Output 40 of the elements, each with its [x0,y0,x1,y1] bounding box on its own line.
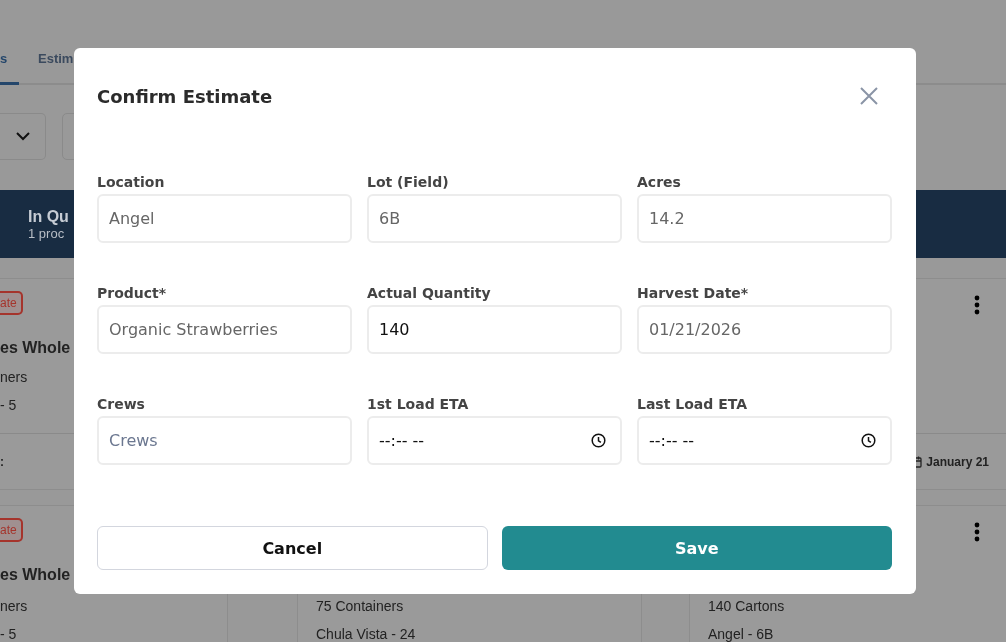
more-options-icon[interactable] [974,295,980,315]
field-label: Last Load ETA [637,396,748,412]
clock-icon[interactable] [861,433,876,448]
card-text: 75 Containers [316,598,404,614]
field-label: Harvest Date* [637,285,750,301]
banner-title: In Qu [28,207,69,226]
banner-subtitle: 1 proc [28,225,66,241]
chevron-down-icon [15,132,30,141]
card-text: ners [0,598,28,614]
card-text: - 5 [0,397,17,413]
field-label: Crews [97,396,146,412]
field-label: Acres [637,174,682,190]
card-text: 140 Cartons [708,598,785,614]
field-label: Lot (Field) [367,174,450,190]
input-field[interactable]: 140 [367,305,622,354]
card-text: Angel - 6B [708,626,774,642]
card-text: Chula Vista - 24 [316,626,416,642]
field-label: Actual Quantity [367,285,492,301]
cancel-button[interactable]: Cancel [97,526,488,570]
card-footer-text: January 21 [926,454,989,469]
field-label: 1st Load ETA [367,396,470,412]
field-label: Location [97,174,166,190]
card-footer-text: : [0,454,4,469]
input-field[interactable]: --:-- -- [637,416,892,465]
clock-icon[interactable] [591,433,606,448]
input-field[interactable]: --:-- -- [367,416,622,465]
save-button[interactable]: Save [501,526,892,570]
card-text: - 5 [0,626,17,642]
dialog-title: Confirm Estimate [97,85,273,107]
more-options-icon[interactable] [974,522,980,542]
status-badge: ate [0,518,23,542]
tab[interactable]: s [0,51,19,85]
close-icon[interactable] [860,87,878,105]
input-field[interactable]: Crews [97,416,352,465]
status-badge: ate [0,291,23,315]
card-text: ners [0,369,28,385]
card-title: es Whole [0,339,71,357]
card-title: es Whole [0,566,71,584]
tab[interactable]: Estim [38,51,74,85]
field-label: Product* [97,285,168,301]
